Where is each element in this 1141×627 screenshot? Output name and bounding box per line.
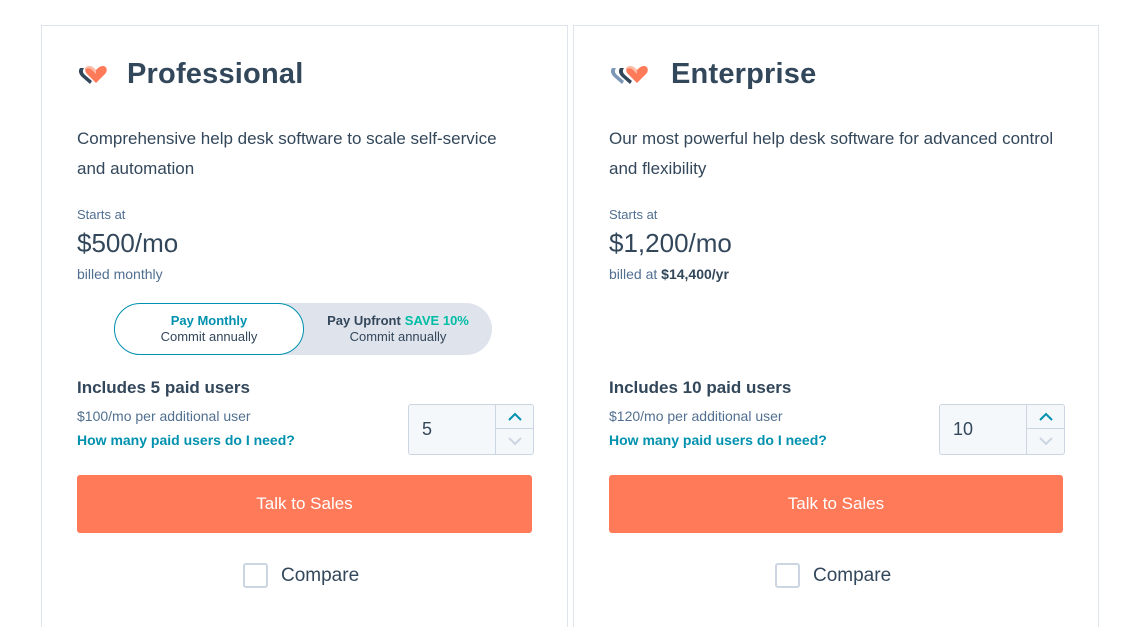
- compare-checkbox[interactable]: [243, 563, 268, 588]
- decrement-button[interactable]: [496, 429, 534, 453]
- paid-users-input[interactable]: [940, 405, 1026, 454]
- save-badge: SAVE 10%: [404, 313, 469, 328]
- plan-card-professional: Professional Comprehensive help desk sof…: [41, 25, 568, 627]
- hearts-logo-icon: [78, 66, 107, 84]
- plan-description: Comprehensive help desk software to scal…: [77, 129, 497, 178]
- compare-checkbox[interactable]: [775, 563, 800, 588]
- how-many-users-link[interactable]: How many paid users do I need?: [77, 432, 295, 448]
- talk-to-sales-button[interactable]: Talk to Sales: [609, 475, 1063, 533]
- billing-toggle: Pay Monthly Commit annually Pay Upfront S…: [114, 303, 492, 355]
- billing-note: billed monthly: [77, 266, 163, 282]
- stepper-buttons: [1026, 405, 1065, 454]
- additional-user-price: $120/mo per additional user: [609, 408, 783, 424]
- additional-user-price: $100/mo per additional user: [77, 408, 251, 424]
- increment-button[interactable]: [1027, 405, 1065, 429]
- compare-label: Compare: [281, 564, 360, 586]
- decrement-button[interactable]: [1027, 429, 1065, 453]
- included-users: Includes 10 paid users: [609, 378, 792, 397]
- compare-toggle[interactable]: Compare: [243, 563, 359, 588]
- plan-price: $500/mo: [77, 228, 179, 258]
- starts-at-label: Starts at: [609, 207, 658, 222]
- plan-title: Professional: [127, 58, 304, 90]
- plan-description: Our most powerful help desk software for…: [609, 129, 1054, 178]
- pay-upfront-title: Pay Upfront: [327, 313, 401, 328]
- chevron-down-icon: [1039, 436, 1053, 445]
- plan-title: Enterprise: [671, 58, 817, 90]
- hearts-logo-icon: [610, 66, 648, 84]
- pay-upfront-sub: Commit annually: [349, 329, 447, 344]
- pay-upfront-option[interactable]: Pay Upfront SAVE 10% Commit annually: [304, 303, 492, 355]
- chevron-down-icon: [508, 436, 522, 445]
- stepper-buttons: [495, 405, 534, 454]
- paid-users-stepper: [939, 404, 1065, 455]
- talk-to-sales-button[interactable]: Talk to Sales: [77, 475, 532, 533]
- increment-button[interactable]: [496, 405, 534, 429]
- billing-note-amount: $14,400/yr: [661, 266, 729, 282]
- paid-users-stepper: [408, 404, 534, 455]
- pay-monthly-option[interactable]: Pay Monthly Commit annually: [114, 303, 304, 355]
- pay-monthly-title: Pay Monthly: [170, 313, 248, 328]
- chevron-up-icon: [508, 412, 522, 421]
- billing-note: billed at $14,400/yr: [609, 266, 729, 282]
- plan-card-enterprise: Enterprise Our most powerful help desk s…: [573, 25, 1099, 627]
- how-many-users-link[interactable]: How many paid users do I need?: [609, 432, 827, 448]
- plan-price: $1,200/mo: [609, 228, 732, 258]
- compare-toggle[interactable]: Compare: [775, 563, 891, 588]
- chevron-up-icon: [1039, 412, 1053, 421]
- billing-note-text: billed monthly: [77, 266, 163, 282]
- pay-monthly-sub: Commit annually: [160, 329, 258, 344]
- included-users: Includes 5 paid users: [77, 378, 250, 397]
- compare-label: Compare: [813, 564, 892, 586]
- billing-note-prefix: billed at: [609, 266, 658, 282]
- starts-at-label: Starts at: [77, 207, 126, 222]
- paid-users-input[interactable]: [409, 405, 495, 454]
